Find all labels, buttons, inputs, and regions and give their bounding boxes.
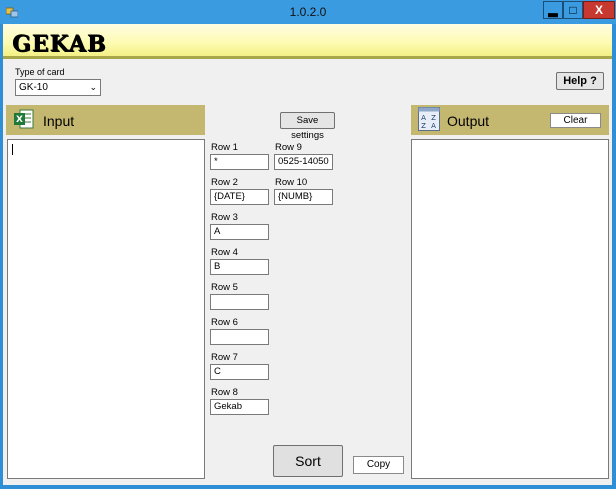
row-9-label: Row 9 — [275, 142, 302, 153]
excel-icon: X — [14, 109, 34, 129]
input-header: X Input — [6, 105, 205, 135]
row-8-label: Row 8 — [211, 387, 238, 398]
svg-text:X: X — [16, 115, 23, 125]
output-textarea[interactable] — [411, 139, 609, 479]
maximize-button[interactable]: □ — [563, 1, 583, 19]
row-4-label: Row 4 — [211, 247, 238, 258]
copy-button[interactable]: Copy — [353, 456, 404, 474]
text-caret — [12, 144, 13, 155]
card-type-select[interactable]: GK-10 ⌄ — [15, 79, 101, 96]
row-10-label: Row 10 — [275, 177, 308, 188]
row-8-field[interactable]: Gekab — [210, 399, 269, 415]
save-settings-button[interactable]: Save settings — [280, 112, 335, 141]
window-title: 1.0.2.0 — [289, 5, 327, 19]
gekab-logo: GEKAB — [12, 31, 107, 57]
chevron-down-icon: ⌄ — [89, 82, 97, 92]
title-bar[interactable]: 1.0.2.0 ▂ □ X — [0, 0, 616, 24]
input-textarea[interactable] — [7, 139, 205, 479]
close-button[interactable]: X — [583, 1, 615, 19]
row-9-field[interactable]: 0525-14050 — [274, 154, 333, 170]
row-1-label: Row 1 — [211, 142, 238, 153]
row-4-field[interactable]: B — [210, 259, 269, 275]
row-6-label: Row 6 — [211, 317, 238, 328]
svg-text:Z: Z — [431, 114, 436, 122]
help-button[interactable]: Help ? — [556, 72, 604, 90]
output-header: A Z Z A Output Clear — [411, 105, 609, 135]
sort-button[interactable]: Sort — [273, 445, 343, 477]
svg-text:A: A — [431, 122, 436, 130]
row-1-field[interactable]: * — [210, 154, 269, 170]
main-client-area: GEKAB Type of card GK-10 ⌄ Help ? X Inpu… — [3, 24, 612, 485]
row-5-label: Row 5 — [211, 282, 238, 293]
row-3-field[interactable]: A — [210, 224, 269, 240]
row-6-field[interactable] — [210, 329, 269, 345]
row-7-field[interactable]: C — [210, 364, 269, 380]
app-window: 1.0.2.0 ▂ □ X GEKAB Type of card GK-10 ⌄… — [0, 0, 616, 489]
card-type-value: GK-10 — [19, 82, 48, 93]
row-2-label: Row 2 — [211, 177, 238, 188]
header-banner: GEKAB — [3, 24, 612, 59]
row-2-field[interactable]: {DATE} — [210, 189, 269, 205]
card-type-label: Type of card — [15, 67, 65, 77]
sort-az-icon: A Z Z A — [418, 107, 440, 131]
row-10-field[interactable]: {NUMB} — [274, 189, 333, 205]
minimize-button[interactable]: ▂ — [543, 1, 563, 19]
row-3-label: Row 3 — [211, 212, 238, 223]
row-5-field[interactable] — [210, 294, 269, 310]
clear-button[interactable]: Clear — [550, 113, 601, 128]
row-7-label: Row 7 — [211, 352, 238, 363]
svg-text:Z: Z — [421, 122, 426, 130]
input-title: Input — [43, 113, 75, 129]
output-title: Output — [447, 113, 490, 129]
svg-text:A: A — [421, 114, 426, 122]
